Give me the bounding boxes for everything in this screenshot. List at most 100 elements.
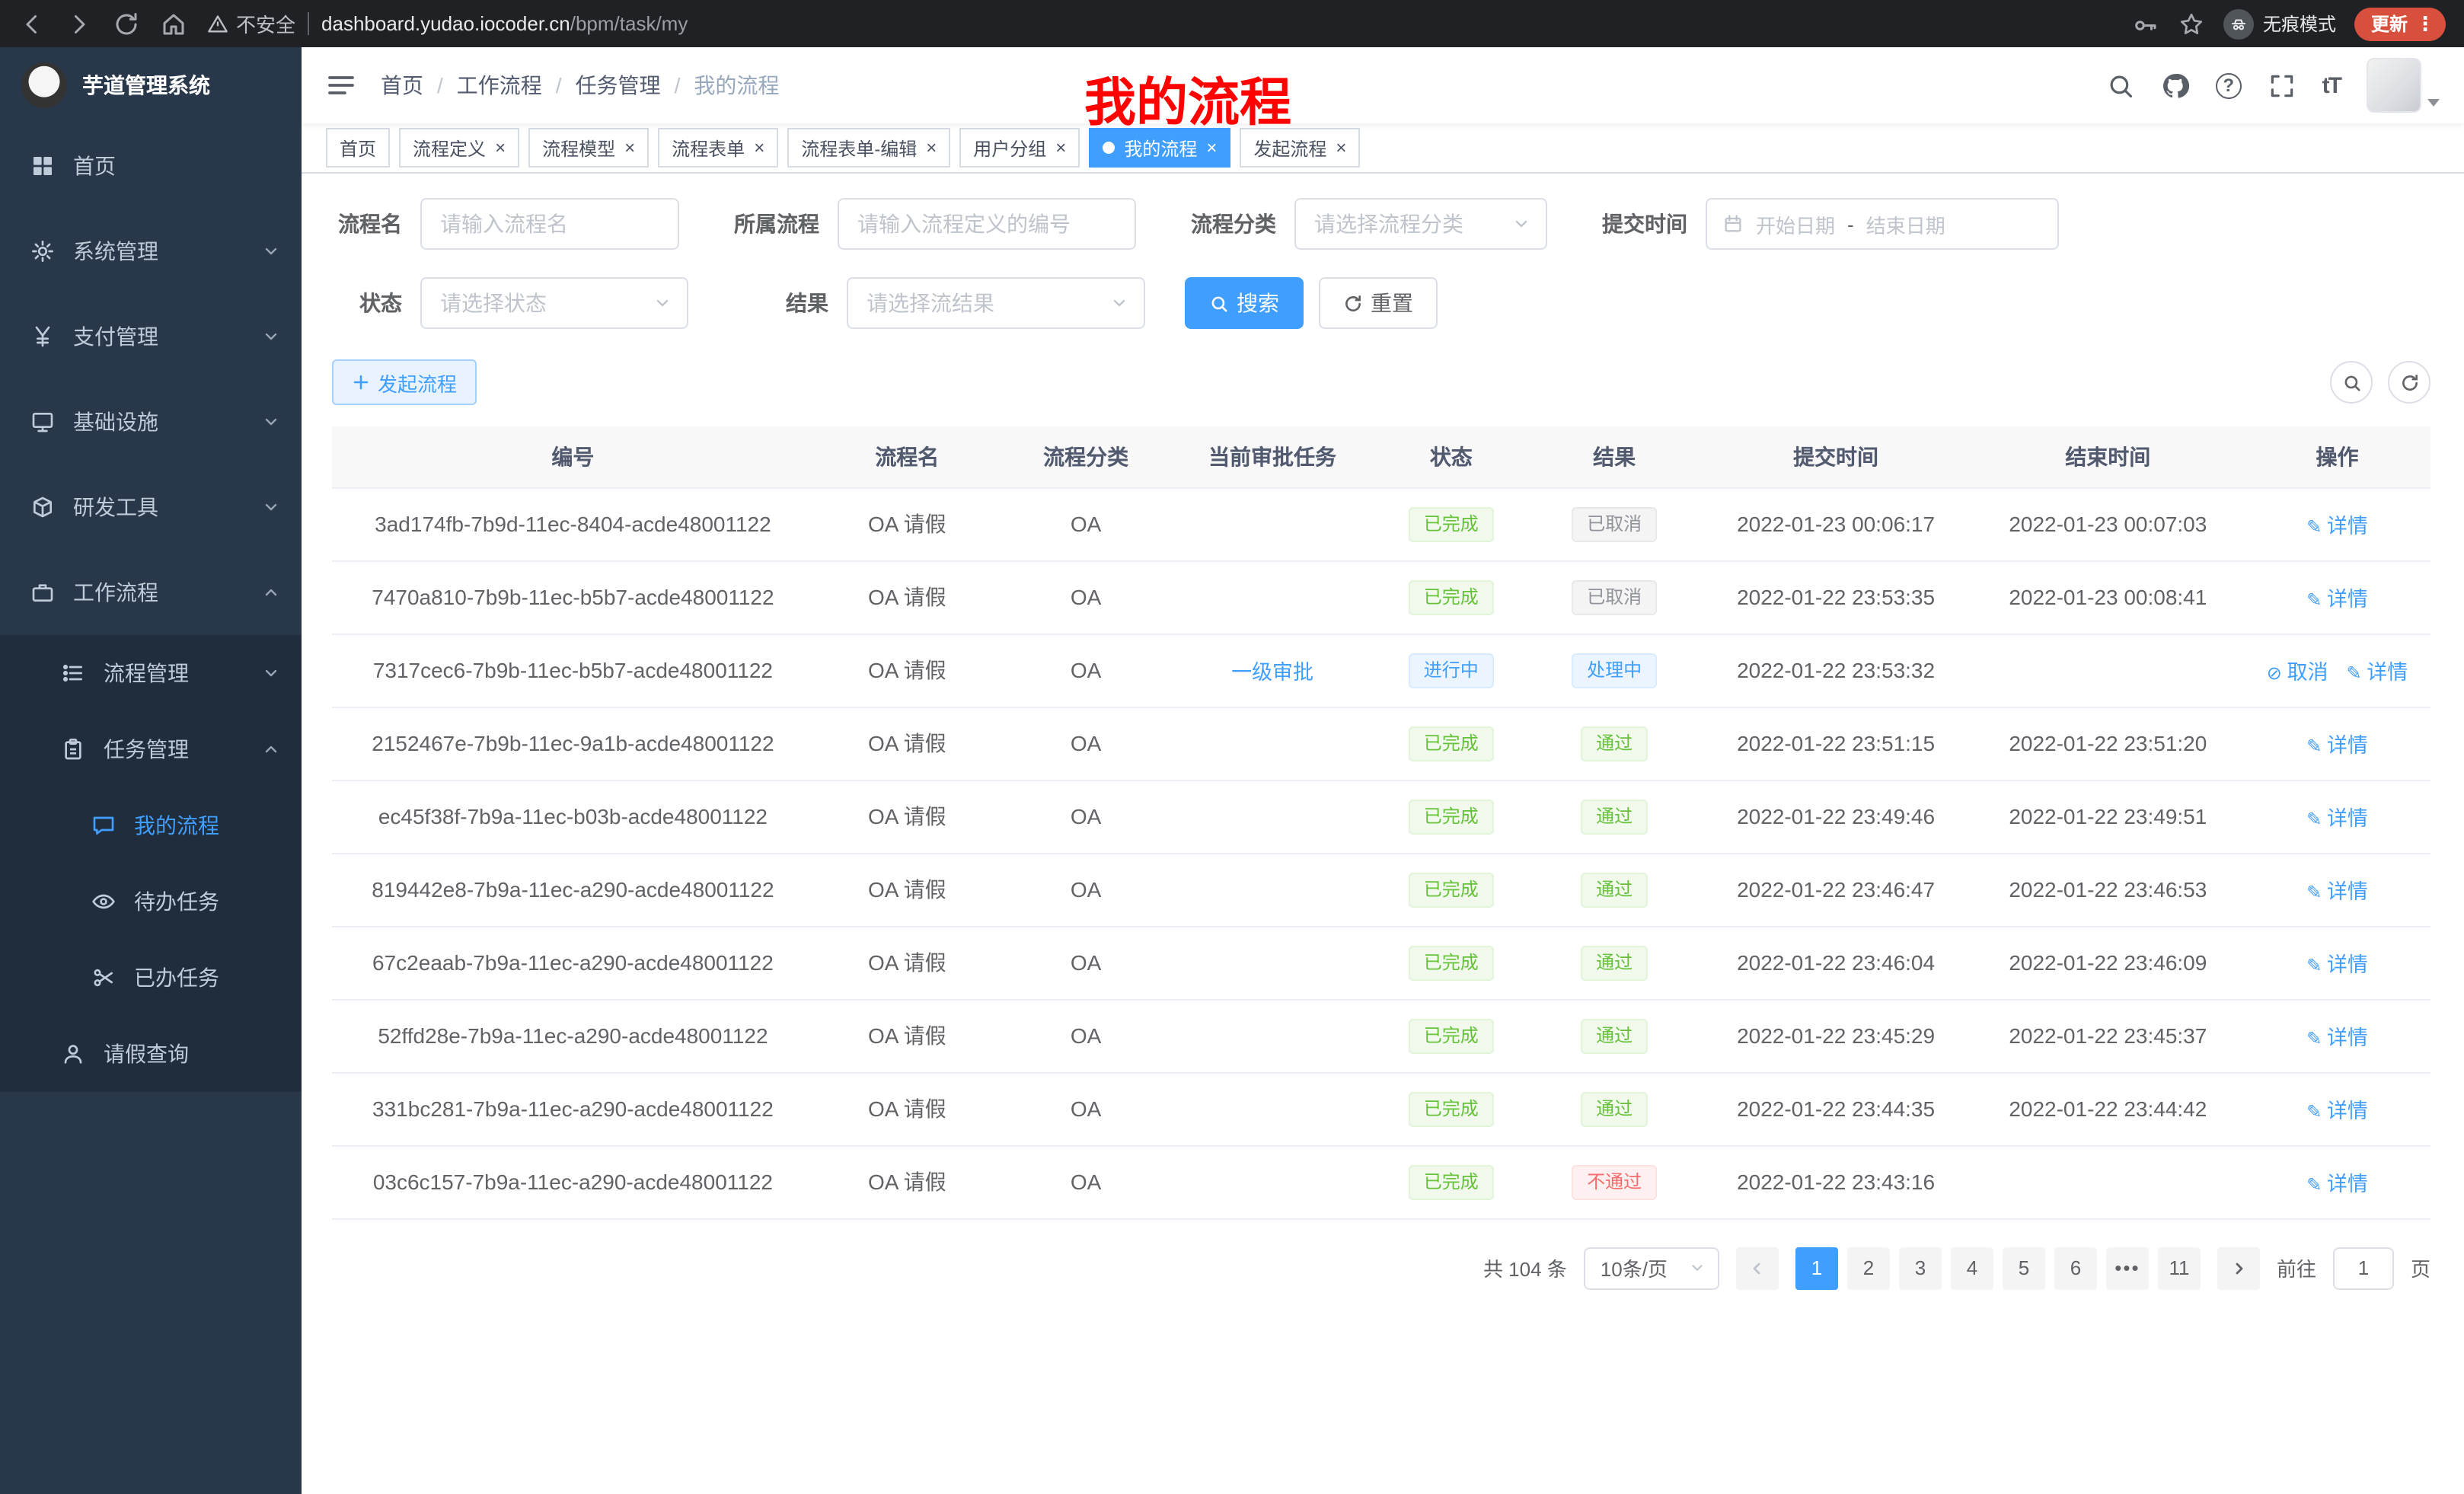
toggle-search-button[interactable] <box>2330 361 2373 404</box>
forward-icon[interactable] <box>65 10 93 37</box>
help-icon[interactable]: ? <box>2216 72 2242 98</box>
cell-category: OA <box>1001 560 1172 634</box>
sidebar-item-infrastructure[interactable]: 基础设施 <box>0 379 302 464</box>
cell-actions: 详情 <box>2244 999 2430 1072</box>
address-separator <box>308 12 309 35</box>
detail-action-link[interactable]: 详情 <box>2306 734 2368 757</box>
pager-page-2[interactable]: 2 <box>1847 1247 1890 1289</box>
reload-icon[interactable] <box>113 10 140 37</box>
table-row: 03c6c157-7b9a-11ec-a290-acde48001122 OA … <box>332 1145 2430 1218</box>
reset-button[interactable]: 重置 <box>1319 277 1438 329</box>
pager-next-button[interactable] <box>2217 1247 2260 1289</box>
browser-menu-icon[interactable]: ⋮ <box>2415 14 2435 34</box>
tab-close-icon[interactable] <box>1055 139 1066 157</box>
result-select[interactable]: 请选择流结果 <box>847 277 1145 329</box>
pager-prev-button[interactable] <box>1736 1247 1779 1289</box>
cell-status: 已完成 <box>1374 560 1529 634</box>
detail-action-link[interactable]: 详情 <box>2306 1100 2368 1122</box>
search-button[interactable]: 搜索 <box>1185 277 1304 329</box>
address-bar[interactable]: 不安全 dashboard.yudao.iocoder.cn/bpm/task/… <box>207 9 2112 38</box>
security-warning[interactable]: 不安全 <box>207 9 295 38</box>
page-size-select[interactable]: 10条/页 <box>1584 1247 1719 1289</box>
pager-page-3[interactable]: 3 <box>1899 1247 1942 1289</box>
status-tag: 已完成 <box>1409 872 1494 907</box>
back-icon[interactable] <box>18 10 46 37</box>
process-name-input[interactable] <box>420 198 679 250</box>
date-range-picker[interactable]: 开始日期 - 结束日期 <box>1706 198 2059 250</box>
sidebar-item-payment[interactable]: 支付管理 <box>0 294 302 379</box>
pagination-goto-input[interactable] <box>2333 1247 2394 1289</box>
pager-page-11[interactable]: 11 <box>2158 1247 2201 1289</box>
detail-action-link[interactable]: 详情 <box>2306 588 2368 611</box>
user-menu[interactable] <box>2367 58 2440 113</box>
chevron-down-icon <box>262 413 280 431</box>
detail-action-link[interactable]: 详情 <box>2306 807 2368 830</box>
detail-action-link[interactable]: 详情 <box>2306 515 2368 538</box>
pager-page-6[interactable]: 6 <box>2054 1247 2097 1289</box>
hamburger-icon[interactable] <box>326 70 356 101</box>
tag-tab-首页[interactable]: 首页 <box>326 128 390 168</box>
browser-update-button[interactable]: 更新 ⋮ <box>2354 7 2446 40</box>
sidebar-item-my-process[interactable]: 我的流程 <box>0 787 302 864</box>
create-process-button[interactable]: 发起流程 <box>332 359 477 405</box>
app-logo[interactable]: 芋道管理系统 <box>0 47 302 123</box>
user-icon <box>61 1042 85 1066</box>
bookmark-star-icon[interactable] <box>2178 10 2205 37</box>
cell-current-task: 一级审批 <box>1171 634 1373 707</box>
detail-action-link[interactable]: 详情 <box>2306 880 2368 903</box>
home-icon[interactable] <box>160 10 187 37</box>
sidebar-item-todo-tasks[interactable]: 待办任务 <box>0 864 302 940</box>
tag-tab-流程表单[interactable]: 流程表单 <box>658 128 778 168</box>
cancel-action-link[interactable]: 取消 <box>2267 661 2328 684</box>
tab-close-icon[interactable] <box>495 139 506 157</box>
sidebar-item-devtools[interactable]: 研发工具 <box>0 464 302 550</box>
sidebar-item-system[interactable]: 系统管理 <box>0 209 302 294</box>
cell-submit-time: 2022-01-23 00:06:17 <box>1700 487 1971 560</box>
pager-ellipsis[interactable]: ••• <box>2106 1247 2149 1289</box>
tag-tab-流程模型[interactable]: 流程模型 <box>528 128 649 168</box>
tab-close-icon[interactable] <box>1336 139 1346 157</box>
detail-action-link[interactable]: 详情 <box>2306 953 2368 976</box>
tab-close-icon[interactable] <box>754 139 764 157</box>
date-end-placeholder: 结束日期 <box>1866 209 1945 238</box>
tag-tab-流程定义[interactable]: 流程定义 <box>399 128 519 168</box>
pager-page-1[interactable]: 1 <box>1795 1247 1838 1289</box>
tag-tab-流程表单-编辑[interactable]: 流程表单-编辑 <box>787 128 950 168</box>
sidebar-item-home[interactable]: 首页 <box>0 123 302 209</box>
github-icon[interactable] <box>2161 71 2190 100</box>
fullscreen-icon[interactable] <box>2268 71 2296 100</box>
avatar[interactable] <box>2367 58 2421 113</box>
tab-close-icon[interactable] <box>1206 139 1217 157</box>
url-text[interactable]: dashboard.yudao.iocoder.cn/bpm/task/my <box>321 12 688 35</box>
current-task-link[interactable]: 一级审批 <box>1231 661 1313 684</box>
process-definition-input[interactable] <box>838 198 1136 250</box>
breadcrumb-item-task-management[interactable]: 任务管理 <box>576 70 661 101</box>
search-icon[interactable] <box>2106 71 2135 100</box>
breadcrumb-item-workflow[interactable]: 工作流程 <box>457 70 542 101</box>
category-select[interactable]: 请选择流程分类 <box>1294 198 1547 250</box>
sidebar-item-process-management[interactable]: 流程管理 <box>0 635 302 711</box>
status-tag: 已完成 <box>1409 945 1494 980</box>
header-id: 编号 <box>332 426 814 487</box>
chevron-down-icon <box>262 664 280 682</box>
pager-page-4[interactable]: 4 <box>1951 1247 1993 1289</box>
tab-close-icon[interactable] <box>926 139 937 157</box>
submit-time-label: 提交时间 <box>1587 209 1706 239</box>
sidebar-item-done-tasks[interactable]: 已办任务 <box>0 940 302 1016</box>
refresh-table-button[interactable] <box>2388 361 2430 404</box>
sidebar-item-leave-query[interactable]: 请假查询 <box>0 1016 302 1092</box>
detail-action-link[interactable]: 详情 <box>2346 661 2408 684</box>
pager-page-5[interactable]: 5 <box>2003 1247 2045 1289</box>
detail-action-link[interactable]: 详情 <box>2306 1026 2368 1049</box>
tab-close-icon[interactable] <box>624 139 635 157</box>
sidebar-item-workflow[interactable]: 工作流程 <box>0 550 302 635</box>
result-tag: 通过 <box>1581 872 1648 907</box>
sidebar-item-task-management[interactable]: 任务管理 <box>0 711 302 787</box>
status-select[interactable]: 请选择状态 <box>420 277 688 329</box>
font-size-icon[interactable]: tT <box>2322 72 2341 98</box>
detail-action-link[interactable]: 详情 <box>2306 1173 2368 1196</box>
tag-tab-用户分组[interactable]: 用户分组 <box>959 128 1080 168</box>
password-key-icon[interactable] <box>2132 10 2159 37</box>
breadcrumb-item-home[interactable]: 首页 <box>381 70 423 101</box>
monitor-icon <box>30 410 55 434</box>
